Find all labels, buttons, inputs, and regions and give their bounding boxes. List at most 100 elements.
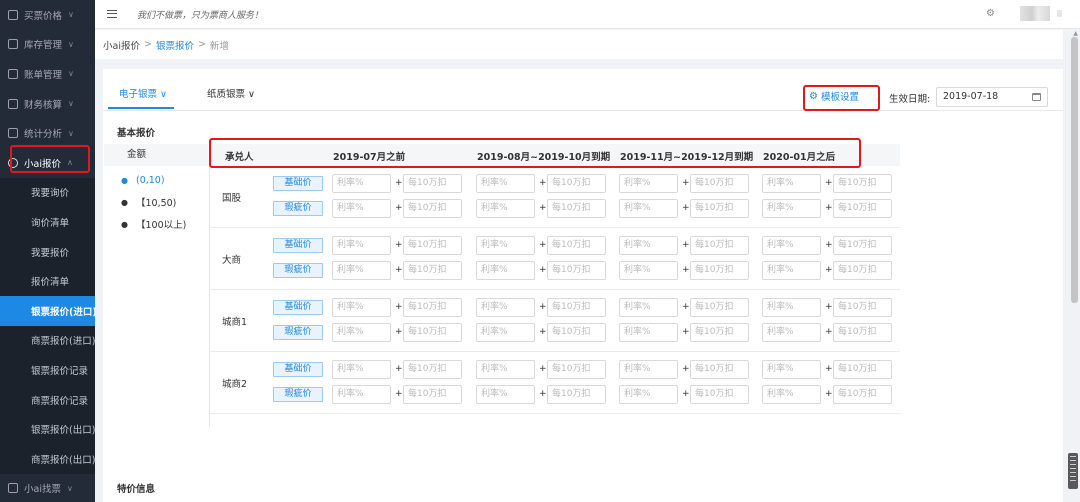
deduction-input[interactable]: 每10万扣 [833,261,892,280]
location-icon [8,9,18,20]
sidebar-item[interactable]: 统计分析 ∨ [0,118,95,148]
deduction-input[interactable]: 每10万扣 [547,199,606,218]
rate-input[interactable]: 利率% [619,385,678,404]
rate-input[interactable]: 利率% [619,261,678,280]
breadcrumb-root[interactable]: 小ai报价 [103,38,140,52]
rate-input[interactable]: 利率% [332,298,391,317]
rate-input[interactable]: 利率% [332,385,391,404]
amount-range-item[interactable]: ● (0,10) [121,169,211,191]
rate-input[interactable]: 利率% [762,298,821,317]
deduction-input[interactable]: 每10万扣 [690,261,749,280]
rate-input[interactable]: 利率% [332,360,391,379]
amount-range-item[interactable]: ● 【10,50) [121,191,211,213]
rate-input[interactable]: 利率% [762,360,821,379]
sidebar-item[interactable]: 买票价格 ∨ [0,0,95,30]
sidebar-subitem[interactable]: 银票报价记录 [0,355,95,385]
deduction-input[interactable]: 每10万扣 [547,236,606,255]
rate-input[interactable]: 利率% [476,360,535,379]
tab-paper-note[interactable]: 纸质银票 ∨ [207,86,255,100]
template-settings-button[interactable]: ⚙ 模板设置 [809,89,859,104]
calendar-icon[interactable] [1032,93,1041,101]
rate-input[interactable]: 利率% [619,298,678,317]
deduction-input[interactable]: 每10万扣 [690,174,749,193]
deduction-input[interactable]: 每10万扣 [547,360,606,379]
scroll-up-arrow-icon[interactable]: ▲ [1073,30,1078,37]
user-menu-chevron-icon[interactable] [1057,10,1062,17]
deduction-input[interactable]: 每10万扣 [403,261,462,280]
rate-input[interactable]: 利率% [762,323,821,342]
amount-range-item[interactable]: ● 【100以上) [121,213,211,235]
rate-input[interactable]: 利率% [762,199,821,218]
sidebar-item[interactable]: 小ai找票 ∨ [0,474,95,502]
tab-electronic-note[interactable]: 电子银票 ∨ [119,86,167,100]
deduction-input[interactable]: 每10万扣 [547,385,606,404]
rate-input[interactable]: 利率% [476,174,535,193]
rate-input[interactable]: 利率% [476,236,535,255]
sidebar-subitem[interactable]: 我要报价 [0,236,95,267]
sidebar-item-open[interactable]: 小ai报价 ∧ [0,148,95,178]
deduction-input[interactable]: 每10万扣 [547,174,606,193]
rate-input[interactable]: 利率% [332,323,391,342]
deduction-input[interactable]: 每10万扣 [690,323,749,342]
deduction-input[interactable]: 每10万扣 [403,323,462,342]
sidebar-subitem[interactable]: 询价清单 [0,207,95,237]
sidebar-subitem[interactable]: 报价清单 [0,266,95,296]
deduction-input[interactable]: 每10万扣 [403,360,462,379]
sidebar-subitem[interactable]: 商票报价(进口) [0,325,95,356]
sidebar-item[interactable]: 账单管理 ∨ [0,59,95,89]
rate-input[interactable]: 利率% [332,236,391,255]
rate-input[interactable]: 利率% [762,236,821,255]
deduction-input[interactable]: 每10万扣 [833,385,892,404]
deduction-input[interactable]: 每10万扣 [403,199,462,218]
breadcrumb-link[interactable]: 银票报价 [156,38,194,52]
rate-input[interactable]: 利率% [762,385,821,404]
deduction-input[interactable]: 每10万扣 [690,298,749,317]
deduction-input[interactable]: 每10万扣 [690,360,749,379]
effective-date-picker[interactable]: 2019-07-18 [936,87,1048,107]
sidebar-subitem[interactable]: 商票报价记录 [0,384,95,415]
avatar[interactable] [1020,6,1050,21]
rate-input[interactable]: 利率% [476,298,535,317]
rate-input[interactable]: 利率% [619,236,678,255]
rate-input[interactable]: 利率% [619,174,678,193]
rate-input[interactable]: 利率% [476,323,535,342]
deduction-input[interactable]: 每10万扣 [833,236,892,255]
rate-input[interactable]: 利率% [762,261,821,280]
rate-input[interactable]: 利率% [332,199,391,218]
sidebar-subitem[interactable]: 银票报价(进口) [0,295,95,326]
rate-input[interactable]: 利率% [332,261,391,280]
rate-input[interactable]: 利率% [332,174,391,193]
rate-input[interactable]: 利率% [476,199,535,218]
deduction-input[interactable]: 每10万扣 [833,199,892,218]
deduction-input[interactable]: 每10万扣 [403,298,462,317]
sidebar-subitem[interactable]: 银票报价(出口) [0,414,95,444]
scrollbar-thumb[interactable] [1071,37,1078,303]
side-widget-icon[interactable] [1068,453,1078,489]
chevron-up-icon: ∧ [66,158,73,168]
deduction-input[interactable]: 每10万扣 [547,298,606,317]
deduction-input[interactable]: 每10万扣 [690,385,749,404]
sidebar-subitem[interactable]: 商票报价(出口) [0,443,95,474]
sidebar-item[interactable]: 财务核算 ∨ [0,89,95,119]
deduction-input[interactable]: 每10万扣 [833,360,892,379]
rate-input[interactable]: 利率% [476,261,535,280]
menu-toggle-icon[interactable] [107,10,117,18]
rate-input[interactable]: 利率% [476,385,535,404]
rate-input[interactable]: 利率% [619,199,678,218]
deduction-input[interactable]: 每10万扣 [547,261,606,280]
deduction-input[interactable]: 每10万扣 [403,385,462,404]
deduction-input[interactable]: 每10万扣 [690,236,749,255]
deduction-input[interactable]: 每10万扣 [403,236,462,255]
deduction-input[interactable]: 每10万扣 [403,174,462,193]
sidebar-item[interactable]: 库存管理 ∨ [0,30,95,60]
sidebar-subitem[interactable]: 我要询价 [0,177,95,208]
deduction-input[interactable]: 每10万扣 [690,199,749,218]
rate-input[interactable]: 利率% [619,360,678,379]
deduction-input[interactable]: 每10万扣 [833,298,892,317]
settings-icon[interactable]: ⚙ [986,8,995,19]
rate-input[interactable]: 利率% [619,323,678,342]
deduction-input[interactable]: 每10万扣 [547,323,606,342]
rate-input[interactable]: 利率% [762,174,821,193]
deduction-input[interactable]: 每10万扣 [833,174,892,193]
deduction-input[interactable]: 每10万扣 [833,323,892,342]
